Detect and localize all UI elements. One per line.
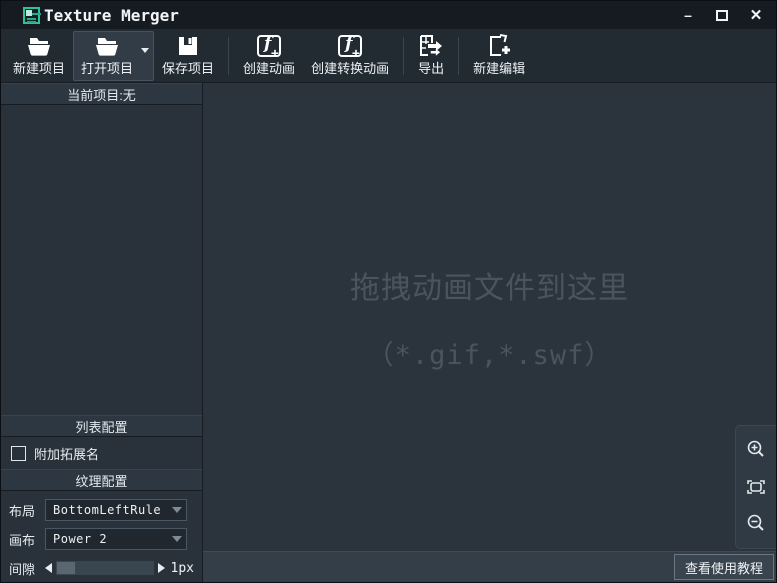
drop-formats-text: （*.gif,*.swf） [367,333,613,372]
toolbar-button-label: 保存项目 [162,58,214,77]
gap-slider-handle[interactable] [57,562,75,574]
window-title: Texture Merger [44,6,179,25]
texture-merger-window: Texture Merger – ✕ 新建项目 打开项目 保存项目 [0,0,777,583]
current-project-header: 当前项目:无 [1,83,202,105]
toolbar-separator [458,37,459,75]
canvas-select-value: Power 2 [46,532,168,546]
right-column: 拖拽动画文件到这里 （*.gif,*.swf） 查看使用教程 [203,83,776,582]
chevron-down-icon[interactable] [168,507,186,513]
layout-row: 布局 BottomLeftRule [9,499,194,521]
append-extension-label: 附加拓展名 [34,444,99,463]
close-button[interactable]: ✕ [742,4,770,26]
toolbar-button-label: 打开项目 [81,58,133,77]
new-project-button[interactable]: 新建项目 [5,31,73,81]
list-config-header: 列表配置 [1,415,202,437]
slider-increase-arrow-icon[interactable] [158,563,165,573]
zoom-out-icon [745,513,767,535]
canvas-select[interactable]: Power 2 [45,528,187,550]
minimize-button[interactable]: – [674,4,702,26]
fit-screen-icon [745,476,767,498]
toolbar-button-label: 导出 [418,58,444,77]
zoom-in-icon [745,439,767,461]
maximize-icon [716,10,728,21]
checkbox-unchecked-icon[interactable] [11,446,26,461]
export-button[interactable]: 导出 [410,31,452,81]
chevron-down-icon[interactable] [168,536,186,542]
animation-drop-zone[interactable]: 拖拽动画文件到这里 （*.gif,*.swf） [203,83,776,551]
texture-config-controls: 布局 BottomLeftRule 画布 Power 2 间隙 [1,491,202,582]
gap-slider[interactable] [56,561,154,575]
toolbar-button-label: 新建项目 [13,58,65,77]
slider-decrease-arrow-icon[interactable] [45,563,52,573]
texture-config-header: 纹理配置 [1,469,202,491]
canvas-row: 画布 Power 2 [9,528,194,550]
content-area: 当前项目:无 列表配置 附加拓展名 纹理配置 布局 BottomLeftRule… [1,83,776,582]
folder-open-icon [94,34,120,58]
export-icon [418,34,444,58]
gap-value: 1px [171,561,194,576]
zoom-in-button[interactable] [743,437,769,463]
drop-hint-text: 拖拽动画文件到这里 [350,263,629,307]
open-project-button[interactable]: 打开项目 [73,31,154,81]
project-file-list[interactable] [1,105,202,415]
canvas-label: 画布 [9,530,45,549]
window-controls: – ✕ [674,4,770,26]
zoom-panel [735,425,776,549]
close-icon: ✕ [750,6,763,24]
folder-open-icon [26,34,52,58]
view-tutorial-button[interactable]: 查看使用教程 [674,554,774,580]
gap-label: 间隙 [9,559,45,578]
fit-view-button[interactable] [743,474,769,500]
layout-select[interactable]: BottomLeftRule [45,499,187,521]
save-project-button[interactable]: 保存项目 [154,31,222,81]
layout-label: 布局 [9,501,45,520]
toolbar-button-label: 创建动画 [243,58,295,77]
chevron-down-icon[interactable] [141,48,149,53]
new-edit-button[interactable]: 新建编辑 [465,31,533,81]
maximize-button[interactable] [708,4,736,26]
zoom-out-button[interactable] [743,511,769,537]
append-extension-checkbox-row[interactable]: 附加拓展名 [1,437,202,469]
sidebar: 当前项目:无 列表配置 附加拓展名 纹理配置 布局 BottomLeftRule… [1,83,203,582]
status-bar: 查看使用教程 [203,551,776,582]
minimize-icon: – [684,10,692,20]
layout-select-value: BottomLeftRule [46,503,168,517]
create-transition-animation-button[interactable]: f+ 创建转换动画 [303,31,397,81]
flash-plus-icon: f+ [338,34,362,58]
document-plus-icon [487,34,511,58]
toolbar-separator [228,37,229,75]
save-icon [177,34,199,58]
toolbar-button-label: 创建转换动画 [311,58,389,77]
app-logo-icon [23,7,40,24]
toolbar-separator [403,37,404,75]
toolbar-button-label: 新建编辑 [473,58,525,77]
toolbar: 新建项目 打开项目 保存项目 f+ 创建动画 f+ 创建转 [1,29,776,83]
titlebar: Texture Merger – ✕ [1,1,776,29]
gap-row: 间隙 1px [9,557,194,579]
create-animation-button[interactable]: f+ 创建动画 [235,31,303,81]
flash-plus-icon: f+ [257,34,281,58]
